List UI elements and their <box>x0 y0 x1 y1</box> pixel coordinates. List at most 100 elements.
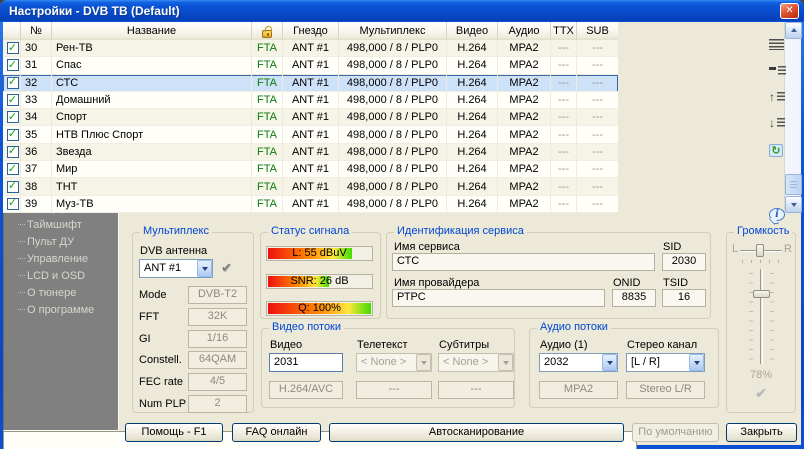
faq-button[interactable]: FAQ онлайн <box>232 423 321 442</box>
channel-checkbox[interactable]: ✓ <box>7 146 19 158</box>
table-row[interactable]: ✓ 39 Муз-ТВ FTA ANT #1 498,000 / 8 / PLP… <box>3 196 618 213</box>
table-row[interactable]: ✓ 33 Домашний FTA ANT #1 498,000 / 8 / P… <box>3 92 618 109</box>
provider-field[interactable]: РТРС <box>392 289 605 307</box>
delete-channel-icon[interactable] <box>769 62 791 80</box>
subtitles-info-field: --- <box>438 381 514 399</box>
channel-checkbox[interactable]: ✓ <box>7 59 19 71</box>
channel-video-codec: H.264 <box>447 109 498 126</box>
checkbox-cell[interactable]: ✓ <box>3 161 21 178</box>
channel-checkbox[interactable]: ✓ <box>7 94 19 106</box>
channel-audio-codec: MPA2 <box>498 75 551 92</box>
channel-audio-codec: MPA2 <box>498 196 551 213</box>
param-label: GI <box>139 333 188 345</box>
stereo-combobox[interactable]: [L / R] <box>626 353 705 372</box>
header-access[interactable] <box>252 22 283 40</box>
chevron-down-icon[interactable] <box>689 354 704 371</box>
tree-item[interactable]: LCD и OSD <box>4 267 118 284</box>
audio-pid-combobox[interactable]: 2032 <box>539 353 618 372</box>
service-name-field[interactable]: СТС <box>392 253 655 271</box>
move-up-icon[interactable]: ↑ <box>769 88 791 106</box>
channel-list-icon[interactable] <box>769 35 791 53</box>
header-audio[interactable]: Аудио <box>498 22 551 40</box>
volume-ticks-left <box>749 273 753 361</box>
checkbox-cell[interactable]: ✓ <box>3 40 21 57</box>
channel-name: ТНТ <box>52 178 252 195</box>
table-row[interactable]: ✓ 34 Спорт FTA ANT #1 498,000 / 8 / PLP0… <box>3 109 618 126</box>
titlebar[interactable]: Настройки - DVB ТВ (Default) ✕ <box>0 0 804 22</box>
header-num[interactable]: № <box>21 22 52 40</box>
signal-bars: L: 55 dBuV SNR: 26 dB Q: 100% <box>266 246 373 329</box>
move-down-icon[interactable]: ↓ <box>769 114 791 132</box>
close-button[interactable]: Закрыть <box>726 423 797 442</box>
check-icon: ✓ <box>8 95 17 105</box>
tree-item[interactable]: О тюнере <box>4 284 118 301</box>
checkbox-cell[interactable]: ✓ <box>3 92 21 109</box>
autoscan-button[interactable]: Автосканирование <box>329 423 624 442</box>
header-checkbox-col[interactable] <box>3 22 21 40</box>
channel-number: 31 <box>21 57 52 74</box>
channel-access: FTA <box>252 109 283 126</box>
table-row[interactable]: ✓ 36 Звезда FTA ANT #1 498,000 / 8 / PLP… <box>3 144 618 161</box>
tree-item[interactable]: Управление <box>4 250 118 267</box>
chevron-down-icon[interactable] <box>602 354 617 371</box>
table-row[interactable]: ✓ 30 Рен-ТВ FTA ANT #1 498,000 / 8 / PLP… <box>3 40 618 57</box>
param-label: FEC rate <box>139 376 188 388</box>
channel-checkbox[interactable]: ✓ <box>7 77 19 89</box>
header-multiplex[interactable]: Мультиплекс <box>339 22 447 40</box>
volume-slider-thumb[interactable] <box>753 290 770 298</box>
close-icon[interactable]: ✕ <box>780 3 799 19</box>
defaults-button: По умолчанию <box>632 423 719 442</box>
antenna-apply-check-icon[interactable]: ✔ <box>221 260 232 276</box>
channel-sub: --- <box>577 57 618 74</box>
channel-checkbox[interactable]: ✓ <box>7 163 19 175</box>
antenna-combobox[interactable]: ANT #1 <box>139 259 213 278</box>
help-button[interactable]: Помощь - F1 <box>125 423 223 442</box>
channel-checkbox[interactable]: ✓ <box>7 111 19 123</box>
table-row[interactable]: ✓ 35 НТВ Плюс Спорт FTA ANT #1 498,000 /… <box>3 126 618 143</box>
video-pid-input[interactable]: 2031 <box>269 353 343 372</box>
table-row[interactable]: ✓ 32 СТС FTA ANT #1 498,000 / 8 / PLP0 H… <box>3 75 618 92</box>
chevron-down-icon[interactable] <box>197 260 212 277</box>
header-socket[interactable]: Гнездо <box>283 22 339 40</box>
checkbox-cell[interactable]: ✓ <box>3 126 21 143</box>
scroll-thumb[interactable] <box>785 174 802 195</box>
channel-checkbox[interactable]: ✓ <box>7 181 19 193</box>
balance-slider-thumb[interactable] <box>756 244 764 257</box>
signal-bar-label: SNR: 26 dB <box>267 275 372 288</box>
channel-ttx: --- <box>551 144 577 161</box>
volume-slider-track[interactable] <box>760 269 763 364</box>
info-icon[interactable]: i <box>769 205 791 223</box>
header-sub[interactable]: SUB <box>577 22 618 40</box>
tree-item[interactable]: О программе <box>4 301 118 318</box>
checkbox-cell[interactable]: ✓ <box>3 75 21 92</box>
channel-multiplex: 498,000 / 8 / PLP0 <box>339 126 447 143</box>
channel-number: 30 <box>21 40 52 57</box>
tree-item[interactable]: Пульт ДУ <box>4 233 118 250</box>
channel-checkbox[interactable]: ✓ <box>7 129 19 141</box>
header-name[interactable]: Название <box>52 22 252 40</box>
channel-multiplex: 498,000 / 8 / PLP0 <box>339 92 447 109</box>
refresh-preview-icon[interactable]: ↻ <box>769 141 791 159</box>
checkbox-cell[interactable]: ✓ <box>3 144 21 161</box>
channel-checkbox[interactable]: ✓ <box>7 42 19 54</box>
checkbox-cell[interactable]: ✓ <box>3 57 21 74</box>
tree-item[interactable]: Таймшифт <box>4 216 118 233</box>
header-ttx[interactable]: TTX <box>551 22 577 40</box>
tree-connector <box>18 275 25 276</box>
tsid-field: 16 <box>662 289 706 307</box>
checkbox-cell[interactable]: ✓ <box>3 178 21 195</box>
header-video[interactable]: Видео <box>447 22 498 40</box>
checkbox-cell[interactable]: ✓ <box>3 109 21 126</box>
table-row[interactable]: ✓ 38 ТНТ FTA ANT #1 498,000 / 8 / PLP0 H… <box>3 178 618 195</box>
channel-checkbox[interactable]: ✓ <box>7 198 19 210</box>
service-group: Идентификация сервиса Имя сервиса SID СТ… <box>386 232 711 319</box>
signal-title: Статус сигнала <box>268 225 352 237</box>
channel-sub: --- <box>577 109 618 126</box>
tree-connector <box>18 241 25 242</box>
table-row[interactable]: ✓ 37 Мир FTA ANT #1 498,000 / 8 / PLP0 H… <box>3 161 618 178</box>
service-title: Идентификация сервиса <box>394 225 527 237</box>
checkbox-cell[interactable]: ✓ <box>3 196 21 213</box>
table-row[interactable]: ✓ 31 Спас FTA ANT #1 498,000 / 8 / PLP0 … <box>3 57 618 74</box>
channel-audio-codec: MPA2 <box>498 178 551 195</box>
chevron-down-icon <box>498 354 513 371</box>
